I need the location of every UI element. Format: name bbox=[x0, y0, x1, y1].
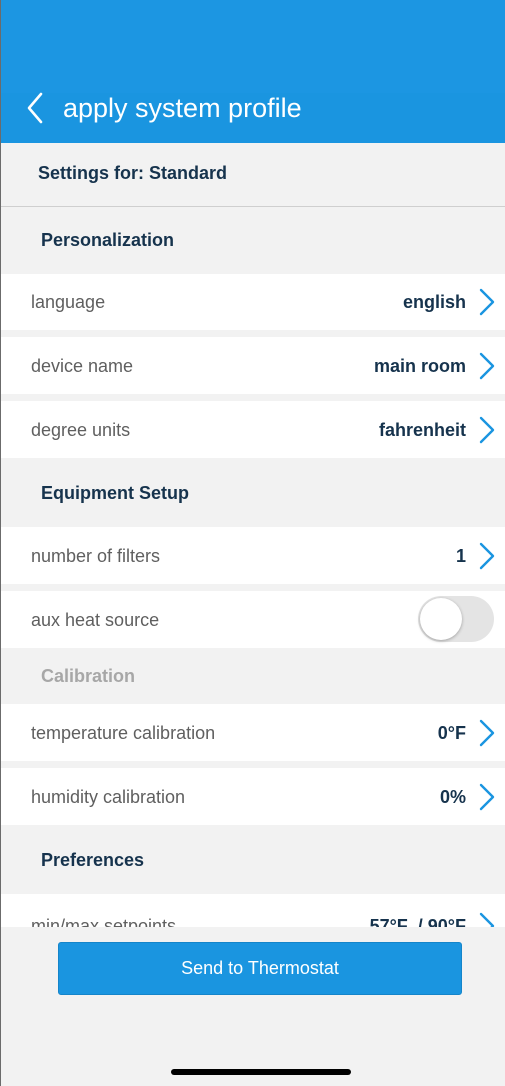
row-device-name[interactable]: device name main room bbox=[1, 337, 505, 394]
row-degree-units[interactable]: degree units fahrenheit bbox=[1, 401, 505, 458]
chevron-right-icon bbox=[478, 782, 496, 812]
section-title: Personalization bbox=[41, 230, 175, 250]
page-title: apply system profile bbox=[63, 93, 302, 123]
row-aux-heat-source: aux heat source bbox=[1, 591, 505, 648]
row-label: device name bbox=[31, 356, 134, 376]
row-number-of-filters[interactable]: number of filters 1 bbox=[1, 527, 505, 584]
settings-for-label: Settings for: Standard bbox=[38, 163, 228, 183]
chevron-right-icon bbox=[478, 287, 496, 317]
send-to-thermostat-button[interactable]: Send to Thermostat bbox=[58, 942, 462, 995]
section-calibration: Calibration bbox=[1, 648, 505, 704]
row-value: 1 bbox=[455, 546, 466, 566]
section-title: Calibration bbox=[41, 666, 136, 686]
bottom-action-bar: Send to Thermostat bbox=[1, 927, 505, 1086]
chevron-right-icon bbox=[478, 541, 496, 571]
status-bar-area bbox=[1, 0, 505, 93]
nav-header: apply system profile bbox=[1, 0, 505, 143]
row-language[interactable]: language english bbox=[1, 274, 505, 330]
row-value: main room bbox=[373, 356, 466, 376]
row-value: english bbox=[402, 292, 466, 312]
app-screen: apply system profile Settings for: Stand… bbox=[0, 0, 505, 1086]
section-personalization: Personalization bbox=[1, 208, 505, 274]
back-button[interactable] bbox=[23, 90, 53, 126]
row-humidity-calibration[interactable]: humidity calibration 0% bbox=[1, 768, 505, 825]
row-value: fahrenheit bbox=[378, 420, 466, 440]
chevron-right-icon bbox=[478, 415, 496, 445]
section-title: Equipment Setup bbox=[41, 483, 189, 503]
row-temperature-calibration[interactable]: temperature calibration 0°F bbox=[1, 704, 505, 761]
row-label: language bbox=[31, 292, 106, 312]
chevron-left-icon bbox=[27, 92, 43, 124]
row-label: temperature calibration bbox=[31, 723, 216, 743]
toggle-knob bbox=[420, 598, 462, 640]
row-value: 0°F bbox=[437, 723, 466, 743]
row-label: humidity calibration bbox=[31, 787, 186, 807]
chevron-right-icon bbox=[478, 718, 496, 748]
section-equipment-setup: Equipment Setup bbox=[1, 458, 505, 527]
chevron-right-icon bbox=[478, 351, 496, 381]
row-label: aux heat source bbox=[31, 610, 160, 630]
row-value: 0% bbox=[439, 787, 466, 807]
aux-heat-toggle[interactable] bbox=[418, 596, 494, 642]
home-indicator bbox=[171, 1069, 351, 1075]
section-preferences: Preferences bbox=[1, 825, 505, 894]
row-label: degree units bbox=[31, 420, 131, 440]
settings-for-header: Settings for: Standard bbox=[1, 143, 505, 207]
section-title: Preferences bbox=[41, 850, 145, 870]
row-label: number of filters bbox=[31, 546, 161, 566]
